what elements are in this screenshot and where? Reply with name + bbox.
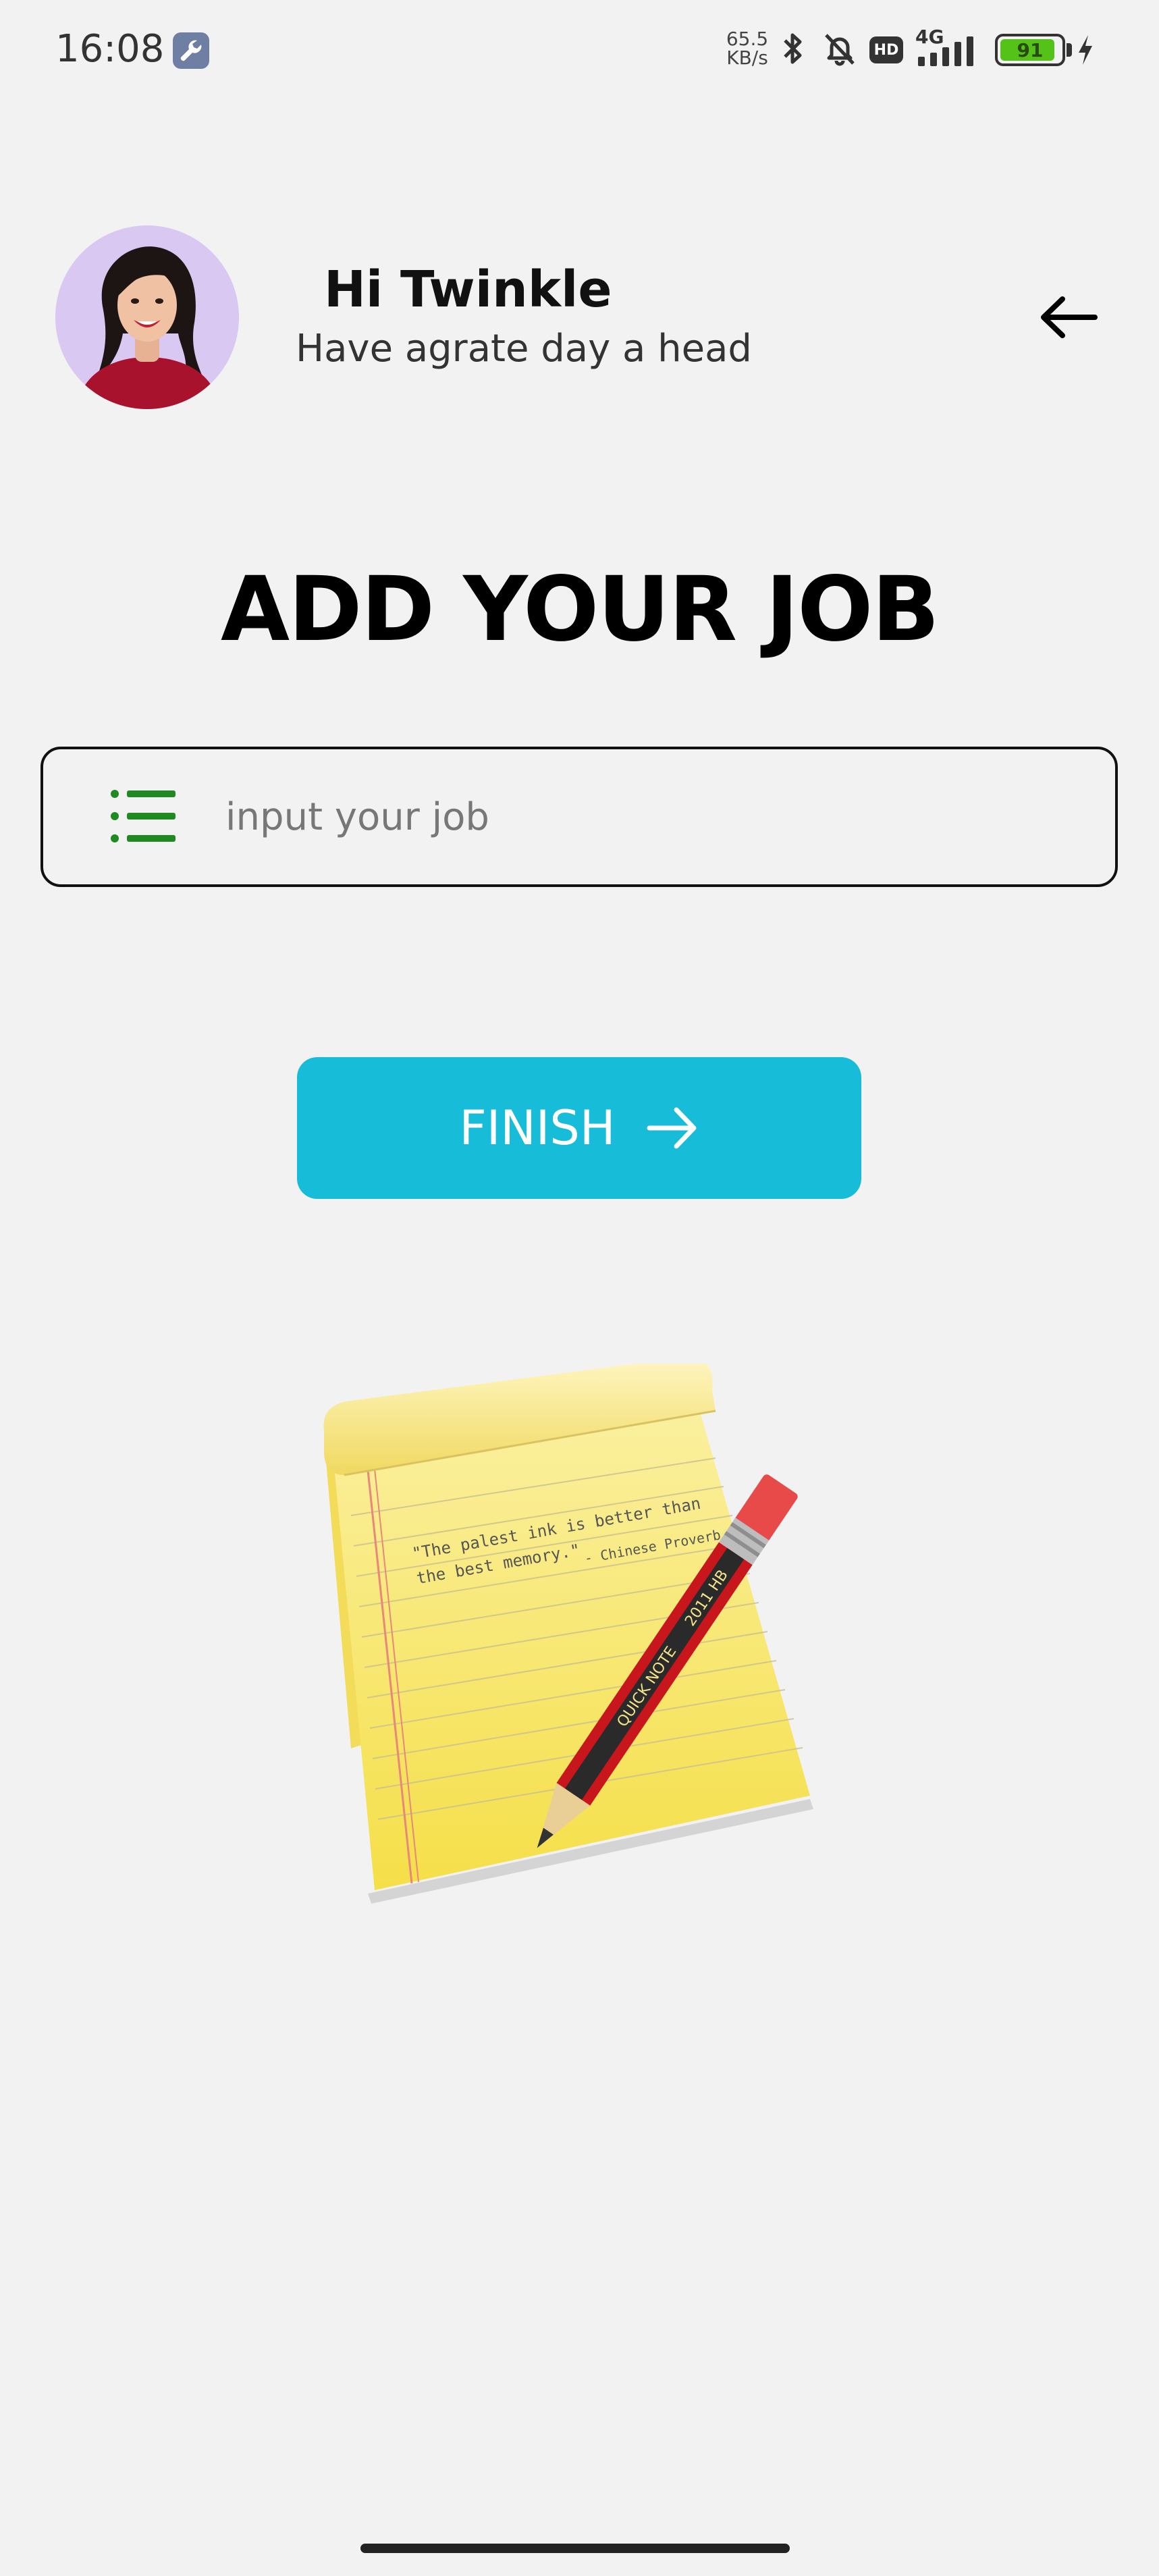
finish-button-label: FINISH	[459, 1100, 616, 1156]
back-button[interactable]	[1031, 284, 1106, 351]
network-speed-unit: KB/s	[726, 47, 768, 69]
bluetooth-icon	[776, 30, 810, 68]
notepad-pencil-illustration: "The palest ink is better than the best …	[323, 1364, 813, 1904]
network-speed: 65.5 KB/s	[724, 30, 771, 68]
finish-button[interactable]: FINISH	[297, 1057, 861, 1199]
page-title: ADD YOUR JOB	[220, 558, 940, 662]
arrow-right-icon	[647, 1107, 696, 1149]
greeting-text: Hi Twinkle	[324, 261, 612, 319]
job-input-container[interactable]	[41, 747, 1118, 887]
user-avatar[interactable]	[55, 225, 239, 409]
charging-icon	[1075, 31, 1096, 76]
greeting-subtitle: Have agrate day a head	[296, 327, 752, 371]
network-speed-value: 65.5	[726, 28, 769, 50]
signal-strength-icon	[918, 35, 983, 66]
wrench-icon	[173, 32, 209, 69]
add-job-screen: 16:08 65.5 KB/s HD 4G 91 Hi Twinkle Have…	[0, 0, 1159, 2576]
battery-terminal	[1067, 43, 1072, 57]
battery-level-text: 91	[1017, 38, 1044, 61]
list-icon	[111, 790, 176, 842]
home-indicator[interactable]	[360, 2544, 790, 2553]
bell-muted-icon	[819, 30, 860, 68]
job-input[interactable]	[225, 776, 1089, 857]
hd-voice-badge: HD	[869, 36, 903, 63]
status-time: 16:08	[55, 27, 165, 71]
status-bar: 16:08 65.5 KB/s HD 4G 91	[0, 0, 1159, 101]
battery-icon: 91	[995, 34, 1065, 66]
arrow-left-icon	[1041, 296, 1098, 338]
